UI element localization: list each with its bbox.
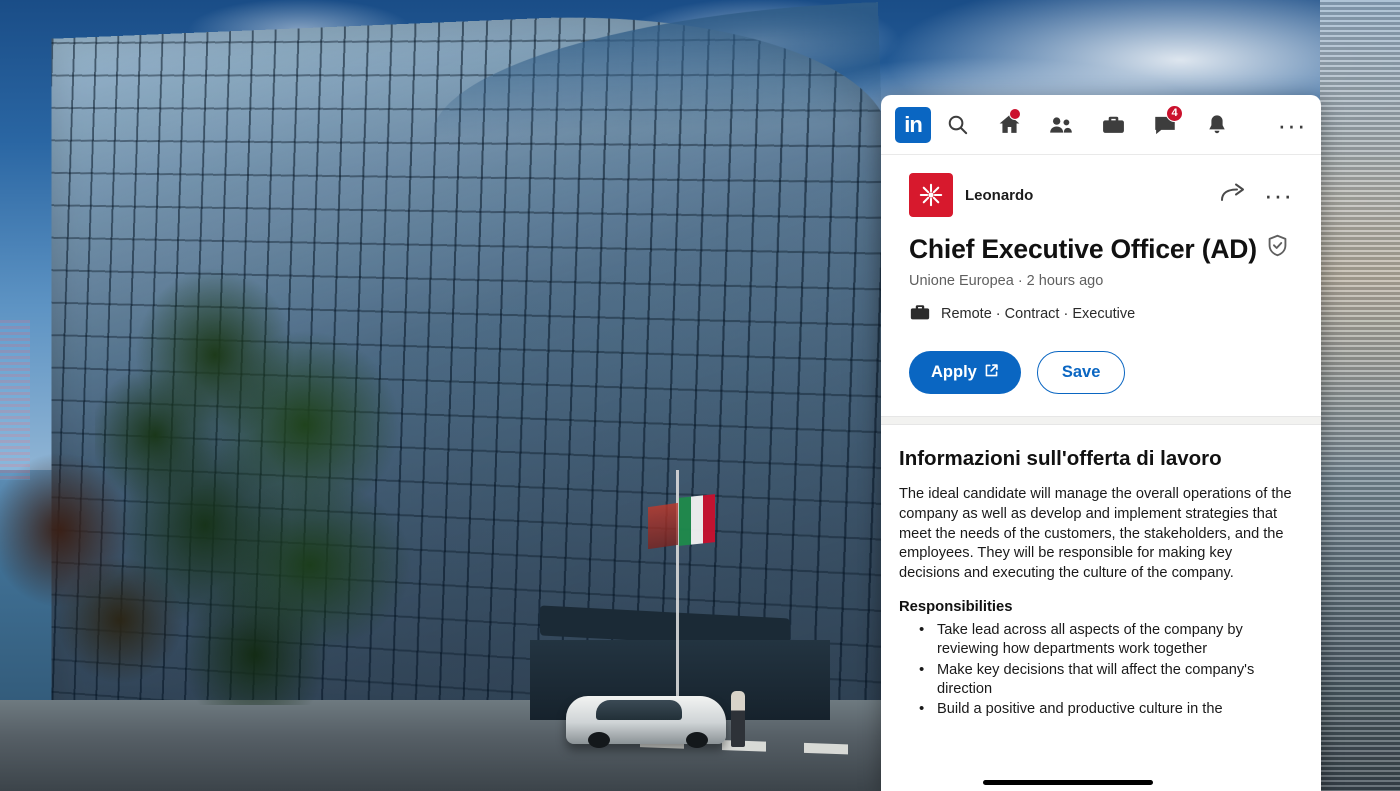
my-network-icon[interactable] [1035, 103, 1087, 147]
home-notification-dot [1009, 107, 1021, 120]
scroll-indicator[interactable] [881, 780, 1321, 791]
apply-button[interactable]: Apply [909, 351, 1021, 395]
linkedin-top-nav: in 4 ··· [881, 95, 1321, 155]
jobs-icon[interactable] [1087, 103, 1139, 147]
car-wheel-front [588, 732, 610, 748]
list-item: Make key decisions that will affect the … [917, 660, 1295, 700]
side-foliage [0, 420, 200, 720]
responsibilities-heading: Responsibilities [899, 599, 1013, 616]
share-arrow-icon[interactable] [1220, 182, 1246, 209]
description-paragraph: The ideal candidate will manage the over… [899, 486, 1292, 581]
car-windshield [596, 700, 682, 720]
page-title: Chief Executive Officer (AD) [909, 233, 1257, 264]
notifications-icon[interactable] [1191, 103, 1243, 147]
apply-button-label: Apply [931, 363, 977, 382]
messaging-badge: 4 [1166, 104, 1183, 122]
more-options-icon[interactable]: ··· [1264, 182, 1293, 208]
briefcase-icon [909, 301, 931, 327]
company-logo-icon[interactable] [909, 173, 953, 217]
job-action-buttons: Apply Save [909, 351, 1293, 395]
linkedin-job-card: in 4 ··· Leonardo ··· Chief Executive Of… [881, 95, 1321, 791]
list-item: Take lead across all aspects of the comp… [917, 620, 1295, 660]
screenshot-root: in 4 ··· Leonardo ··· Chief Executive Of… [0, 0, 1400, 791]
messaging-icon[interactable]: 4 [1139, 103, 1191, 147]
job-employment-row: Remote · Contract · Executive [909, 301, 1293, 327]
company-name[interactable]: Leonardo [965, 187, 1033, 204]
home-icon[interactable] [983, 103, 1035, 147]
save-button[interactable]: Save [1036, 351, 1126, 395]
scrollbar-thumb[interactable] [983, 780, 1153, 785]
secondary-flag [648, 502, 678, 550]
description-heading: Informazioni sull'offerta di lavoro [899, 447, 1222, 471]
company-row: Leonardo ··· [909, 173, 1293, 217]
list-item: Build a positive and productive culture … [917, 699, 1295, 719]
pedestrian [731, 691, 745, 747]
search-icon[interactable] [931, 103, 983, 147]
car-wheel-rear [686, 732, 708, 748]
header-actions: ··· [1220, 182, 1293, 209]
nav-more-icon[interactable]: ··· [1275, 103, 1309, 147]
verified-badge-icon [1265, 233, 1290, 264]
job-title-row: Chief Executive Officer (AD) [909, 233, 1293, 264]
section-divider [881, 416, 1321, 426]
linkedin-logo-icon[interactable]: in [895, 106, 931, 143]
image-artifact-left [0, 320, 30, 480]
job-location-posted: Unione Europea · 2 hours ago [909, 273, 1104, 290]
image-artifact-right [1320, 0, 1400, 791]
job-employment-details: Remote · Contract · Executive [941, 306, 1136, 323]
italian-flag [679, 494, 715, 546]
job-header: Leonardo ··· Chief Executive Officer (AD… [881, 155, 1321, 416]
external-link-icon [984, 363, 999, 383]
responsibilities-list: Take lead across all aspects of the comp… [899, 620, 1295, 719]
job-description-section: Informazioni sull'offerta di lavoro The … [881, 425, 1321, 791]
